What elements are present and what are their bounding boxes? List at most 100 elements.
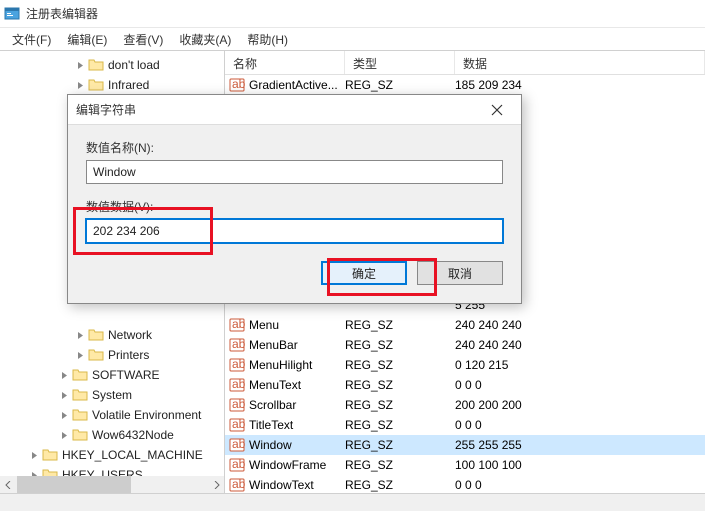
- app-icon: [4, 6, 20, 22]
- tree-item[interactable]: HKEY_LOCAL_MACHINE: [0, 445, 224, 465]
- menu-bar: 文件(F) 编辑(E) 查看(V) 收藏夹(A) 帮助(H): [0, 28, 705, 50]
- list-row[interactable]: ab WindowFrame REG_SZ 100 100 100: [225, 455, 705, 475]
- tree-label: Infrared: [108, 78, 149, 92]
- cancel-button-label: 取消: [448, 265, 472, 282]
- scroll-left-icon[interactable]: [0, 476, 17, 493]
- list-row[interactable]: abMenuHilightREG_SZ0 120 215: [225, 355, 705, 375]
- svg-text:ab: ab: [232, 457, 245, 471]
- window-title-bar: 注册表编辑器: [0, 0, 705, 28]
- string-value-icon: ab: [229, 77, 245, 93]
- list-row[interactable]: abMenuREG_SZ240 240 240: [225, 315, 705, 335]
- list-row[interactable]: abMenuBarREG_SZ240 240 240: [225, 335, 705, 355]
- value-data: 240 240 240: [455, 338, 522, 352]
- tree-label: Wow6432Node: [92, 428, 174, 442]
- scroll-right-icon[interactable]: [207, 476, 224, 493]
- value-data: 255 255 255: [455, 438, 522, 452]
- expand-icon[interactable]: [58, 389, 70, 401]
- string-value-icon: ab: [229, 357, 245, 373]
- list-header: 名称 类型 数据: [225, 51, 705, 75]
- ok-button[interactable]: 确定: [321, 261, 407, 285]
- dialog-title: 编辑字符串: [76, 101, 136, 118]
- scroll-track[interactable]: [17, 476, 207, 493]
- value-type: REG_SZ: [345, 378, 393, 392]
- value-type: REG_SZ: [345, 458, 393, 472]
- value-data: 0 0 0: [455, 378, 482, 392]
- list-row[interactable]: abMenuTextREG_SZ0 0 0: [225, 375, 705, 395]
- scroll-thumb[interactable]: [17, 476, 131, 493]
- tree-label: don't load: [108, 58, 160, 72]
- expand-icon[interactable]: [74, 79, 86, 91]
- dialog-title-bar[interactable]: 编辑字符串: [68, 95, 521, 125]
- value-type: REG_SZ: [345, 338, 393, 352]
- tree-item[interactable]: Network: [0, 325, 224, 345]
- list-row[interactable]: abWindowREG_SZ255 255 255: [225, 435, 705, 455]
- folder-icon: [72, 368, 88, 382]
- cancel-button[interactable]: 取消: [417, 261, 503, 285]
- menu-view[interactable]: 查看(V): [115, 31, 171, 48]
- string-value-icon: ab: [229, 477, 245, 493]
- window-title: 注册表编辑器: [26, 5, 98, 22]
- svg-text:ab: ab: [232, 417, 245, 431]
- tree-label: SOFTWARE: [92, 368, 160, 382]
- tree-hscroll[interactable]: [0, 476, 224, 493]
- tree-item[interactable]: SOFTWARE: [0, 365, 224, 385]
- value-data-label: 数值数据(V):: [86, 198, 503, 215]
- folder-icon: [72, 408, 88, 422]
- folder-icon: [72, 428, 88, 442]
- value-name: MenuBar: [249, 338, 298, 352]
- string-value-icon: ab: [229, 377, 245, 393]
- expand-icon[interactable]: [28, 449, 40, 461]
- list-row[interactable]: abTitleTextREG_SZ0 0 0: [225, 415, 705, 435]
- close-icon[interactable]: [481, 98, 513, 122]
- tree-label: Volatile Environment: [92, 408, 201, 422]
- ok-button-label: 确定: [352, 265, 376, 282]
- value-name: WindowText: [249, 478, 314, 492]
- value-data: 100 100 100: [455, 458, 522, 472]
- dialog-buttons: 确定 取消: [68, 247, 521, 303]
- tree-label: Network: [108, 328, 152, 342]
- string-value-icon: ab: [229, 417, 245, 433]
- tree-item[interactable]: System: [0, 385, 224, 405]
- expand-icon[interactable]: [58, 369, 70, 381]
- tree-item[interactable]: Volatile Environment: [0, 405, 224, 425]
- value-data: 185 209 234: [455, 78, 522, 92]
- col-header-data[interactable]: 数据: [455, 51, 705, 74]
- value-data: 200 200 200: [455, 398, 522, 412]
- col-header-type[interactable]: 类型: [345, 51, 455, 74]
- list-row[interactable]: abWindowTextREG_SZ0 0 0: [225, 475, 705, 493]
- value-type: REG_SZ: [345, 438, 393, 452]
- svg-text:ab: ab: [232, 477, 245, 491]
- expand-icon[interactable]: [58, 429, 70, 441]
- menu-help[interactable]: 帮助(H): [239, 31, 296, 48]
- expand-icon[interactable]: [58, 409, 70, 421]
- col-header-name[interactable]: 名称: [225, 51, 345, 74]
- tree-item[interactable]: Infrared: [0, 75, 224, 95]
- list-row[interactable]: abGradientActive...REG_SZ185 209 234: [225, 75, 705, 95]
- expand-icon[interactable]: [74, 59, 86, 71]
- string-value-icon: ab: [229, 397, 245, 413]
- menu-file[interactable]: 文件(F): [4, 31, 59, 48]
- value-data-field[interactable]: [86, 219, 503, 243]
- menu-edit[interactable]: 编辑(E): [59, 31, 115, 48]
- tree-item[interactable]: Printers: [0, 345, 224, 365]
- value-name: MenuHilight: [249, 358, 312, 372]
- status-bar: [0, 493, 705, 511]
- value-name: Menu: [249, 318, 279, 332]
- value-name: WindowFrame: [249, 458, 326, 472]
- tree-item[interactable]: Wow6432Node: [0, 425, 224, 445]
- value-name: GradientActive...: [249, 78, 338, 92]
- expand-icon[interactable]: [74, 329, 86, 341]
- list-row[interactable]: abScrollbarREG_SZ200 200 200: [225, 395, 705, 415]
- value-type: REG_SZ: [345, 318, 393, 332]
- expand-icon[interactable]: [74, 349, 86, 361]
- value-data: 240 240 240: [455, 318, 522, 332]
- svg-text:ab: ab: [232, 77, 245, 91]
- folder-icon: [72, 388, 88, 402]
- value-data: 0 120 215: [455, 358, 508, 372]
- tree-item[interactable]: don't load: [0, 55, 224, 75]
- menu-favorites[interactable]: 收藏夹(A): [171, 31, 239, 48]
- tree-label: Printers: [108, 348, 149, 362]
- string-value-icon: ab: [229, 457, 245, 473]
- value-name-field[interactable]: [86, 160, 503, 184]
- folder-icon: [88, 328, 104, 342]
